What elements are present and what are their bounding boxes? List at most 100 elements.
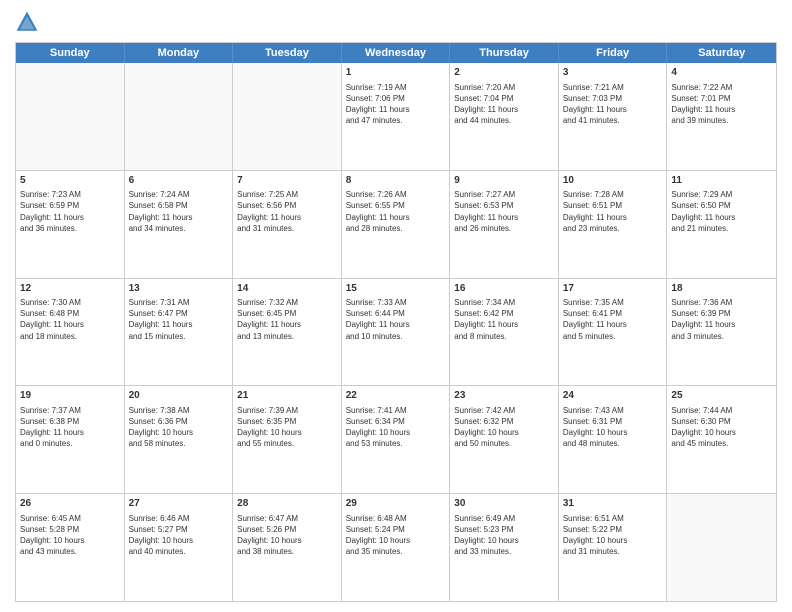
day-info: Sunrise: 7:22 AMSunset: 7:01 PMDaylight:… <box>671 82 772 127</box>
calendar-row-1: 5Sunrise: 7:23 AMSunset: 6:59 PMDaylight… <box>16 170 776 278</box>
day-number: 1 <box>346 66 446 80</box>
day-info: Sunrise: 7:36 AMSunset: 6:39 PMDaylight:… <box>671 297 772 342</box>
calendar-row-0: 1 Sunrise: 7:19 AMSunset: 7:06 PMDaylight… <box>16 63 776 170</box>
day-info: Sunrise: 7:19 AMSunset: 7:06 PMDaylight:… <box>346 82 446 127</box>
day-number: 23 <box>454 389 554 403</box>
day-cell-18: 18Sunrise: 7:36 AMSunset: 6:39 PMDayligh… <box>667 279 776 386</box>
header <box>15 10 777 34</box>
day-cell-29: 29 Sunrise: 6:48 AMSunset: 5:24 PMDayligh… <box>342 494 451 601</box>
day-cell-26: 26Sunrise: 6:45 AMSunset: 5:28 PMDayligh… <box>16 494 125 601</box>
day-info: Sunrise: 7:27 AMSunset: 6:53 PMDaylight:… <box>454 189 554 234</box>
day-number: 31 <box>563 497 663 511</box>
day-info: Sunrise: 7:37 AMSunset: 6:38 PMDaylight:… <box>20 405 120 450</box>
day-cell-16: 16Sunrise: 7:34 AMSunset: 6:42 PMDayligh… <box>450 279 559 386</box>
day-info: Sunrise: 7:23 AMSunset: 6:59 PMDaylight:… <box>20 189 120 234</box>
day-header-thursday: Thursday <box>450 43 559 63</box>
calendar-row-2: 12Sunrise: 7:30 AMSunset: 6:48 PMDayligh… <box>16 278 776 386</box>
day-number: 21 <box>237 389 337 403</box>
day-cell-8: 8Sunrise: 7:26 AMSunset: 6:55 PMDaylight… <box>342 171 451 278</box>
day-number: 4 <box>671 66 772 80</box>
day-info: Sunrise: 7:39 AMSunset: 6:35 PMDaylight:… <box>237 405 337 450</box>
day-info: Sunrise: 7:34 AMSunset: 6:42 PMDaylight:… <box>454 297 554 342</box>
day-info: Sunrise: 7:44 AMSunset: 6:30 PMDaylight:… <box>671 405 772 450</box>
day-info: Sunrise: 7:24 AMSunset: 6:58 PMDaylight:… <box>129 189 229 234</box>
day-number: 11 <box>671 174 772 188</box>
day-info: Sunrise: 6:45 AMSunset: 5:28 PMDaylight:… <box>20 513 120 558</box>
day-header-tuesday: Tuesday <box>233 43 342 63</box>
day-number: 18 <box>671 282 772 296</box>
day-number: 2 <box>454 66 554 80</box>
day-number: 9 <box>454 174 554 188</box>
calendar: SundayMondayTuesdayWednesdayThursdayFrid… <box>15 42 777 602</box>
day-cell-28: 28 Sunrise: 6:47 AMSunset: 5:26 PMDayligh… <box>233 494 342 601</box>
day-cell-23: 23 Sunrise: 7:42 AMSunset: 6:32 PMDayligh… <box>450 386 559 493</box>
logo <box>15 10 41 34</box>
day-info: Sunrise: 7:26 AMSunset: 6:55 PMDaylight:… <box>346 189 446 234</box>
day-cell-20: 20 Sunrise: 7:38 AMSunset: 6:36 PMDayligh… <box>125 386 234 493</box>
day-number: 3 <box>563 66 663 80</box>
day-number: 24 <box>563 389 663 403</box>
calendar-header: SundayMondayTuesdayWednesdayThursdayFrid… <box>16 43 776 63</box>
day-cell-25: 25 Sunrise: 7:44 AMSunset: 6:30 PMDayligh… <box>667 386 776 493</box>
day-number: 30 <box>454 497 554 511</box>
day-info: Sunrise: 7:21 AMSunset: 7:03 PMDaylight:… <box>563 82 663 127</box>
day-info: Sunrise: 7:35 AMSunset: 6:41 PMDaylight:… <box>563 297 663 342</box>
day-info: Sunrise: 6:46 AMSunset: 5:27 PMDaylight:… <box>129 513 229 558</box>
day-info: Sunrise: 7:29 AMSunset: 6:50 PMDaylight:… <box>671 189 772 234</box>
day-info: Sunrise: 6:48 AMSunset: 5:24 PMDaylight:… <box>346 513 446 558</box>
day-cell-7: 7Sunrise: 7:25 AMSunset: 6:56 PMDaylight… <box>233 171 342 278</box>
day-info: Sunrise: 6:49 AMSunset: 5:23 PMDaylight:… <box>454 513 554 558</box>
empty-cell-0-1 <box>125 63 234 170</box>
day-number: 8 <box>346 174 446 188</box>
day-cell-21: 21 Sunrise: 7:39 AMSunset: 6:35 PMDayligh… <box>233 386 342 493</box>
day-number: 29 <box>346 497 446 511</box>
day-number: 15 <box>346 282 446 296</box>
day-cell-2: 2 Sunrise: 7:20 AMSunset: 7:04 PMDaylight… <box>450 63 559 170</box>
day-cell-30: 30 Sunrise: 6:49 AMSunset: 5:23 PMDayligh… <box>450 494 559 601</box>
day-info: Sunrise: 7:25 AMSunset: 6:56 PMDaylight:… <box>237 189 337 234</box>
day-cell-1: 1 Sunrise: 7:19 AMSunset: 7:06 PMDaylight… <box>342 63 451 170</box>
day-info: Sunrise: 7:38 AMSunset: 6:36 PMDaylight:… <box>129 405 229 450</box>
day-info: Sunrise: 7:28 AMSunset: 6:51 PMDaylight:… <box>563 189 663 234</box>
calendar-body: 1 Sunrise: 7:19 AMSunset: 7:06 PMDaylight… <box>16 63 776 601</box>
day-header-monday: Monday <box>125 43 234 63</box>
day-number: 16 <box>454 282 554 296</box>
day-info: Sunrise: 7:33 AMSunset: 6:44 PMDaylight:… <box>346 297 446 342</box>
day-header-sunday: Sunday <box>16 43 125 63</box>
day-number: 10 <box>563 174 663 188</box>
day-cell-27: 27Sunrise: 6:46 AMSunset: 5:27 PMDayligh… <box>125 494 234 601</box>
day-cell-4: 4 Sunrise: 7:22 AMSunset: 7:01 PMDaylight… <box>667 63 776 170</box>
calendar-row-4: 26Sunrise: 6:45 AMSunset: 5:28 PMDayligh… <box>16 493 776 601</box>
day-cell-15: 15Sunrise: 7:33 AMSunset: 6:44 PMDayligh… <box>342 279 451 386</box>
day-cell-22: 22 Sunrise: 7:41 AMSunset: 6:34 PMDayligh… <box>342 386 451 493</box>
day-info: Sunrise: 6:51 AMSunset: 5:22 PMDaylight:… <box>563 513 663 558</box>
day-number: 25 <box>671 389 772 403</box>
day-number: 28 <box>237 497 337 511</box>
day-number: 20 <box>129 389 229 403</box>
day-cell-17: 17Sunrise: 7:35 AMSunset: 6:41 PMDayligh… <box>559 279 668 386</box>
page: SundayMondayTuesdayWednesdayThursdayFrid… <box>0 0 792 612</box>
day-number: 19 <box>20 389 120 403</box>
day-info: Sunrise: 6:47 AMSunset: 5:26 PMDaylight:… <box>237 513 337 558</box>
day-number: 17 <box>563 282 663 296</box>
day-info: Sunrise: 7:20 AMSunset: 7:04 PMDaylight:… <box>454 82 554 127</box>
day-cell-24: 24 Sunrise: 7:43 AMSunset: 6:31 PMDayligh… <box>559 386 668 493</box>
day-number: 7 <box>237 174 337 188</box>
day-number: 22 <box>346 389 446 403</box>
day-cell-12: 12Sunrise: 7:30 AMSunset: 6:48 PMDayligh… <box>16 279 125 386</box>
day-info: Sunrise: 7:42 AMSunset: 6:32 PMDaylight:… <box>454 405 554 450</box>
day-info: Sunrise: 7:31 AMSunset: 6:47 PMDaylight:… <box>129 297 229 342</box>
day-info: Sunrise: 7:43 AMSunset: 6:31 PMDaylight:… <box>563 405 663 450</box>
day-info: Sunrise: 7:30 AMSunset: 6:48 PMDaylight:… <box>20 297 120 342</box>
day-cell-19: 19 Sunrise: 7:37 AMSunset: 6:38 PMDayligh… <box>16 386 125 493</box>
day-info: Sunrise: 7:41 AMSunset: 6:34 PMDaylight:… <box>346 405 446 450</box>
empty-cell-0-0 <box>16 63 125 170</box>
day-number: 5 <box>20 174 120 188</box>
day-cell-3: 3 Sunrise: 7:21 AMSunset: 7:03 PMDaylight… <box>559 63 668 170</box>
day-number: 6 <box>129 174 229 188</box>
day-cell-31: 31 Sunrise: 6:51 AMSunset: 5:22 PMDayligh… <box>559 494 668 601</box>
day-header-saturday: Saturday <box>667 43 776 63</box>
day-cell-5: 5Sunrise: 7:23 AMSunset: 6:59 PMDaylight… <box>16 171 125 278</box>
day-number: 12 <box>20 282 120 296</box>
day-cell-6: 6Sunrise: 7:24 AMSunset: 6:58 PMDaylight… <box>125 171 234 278</box>
